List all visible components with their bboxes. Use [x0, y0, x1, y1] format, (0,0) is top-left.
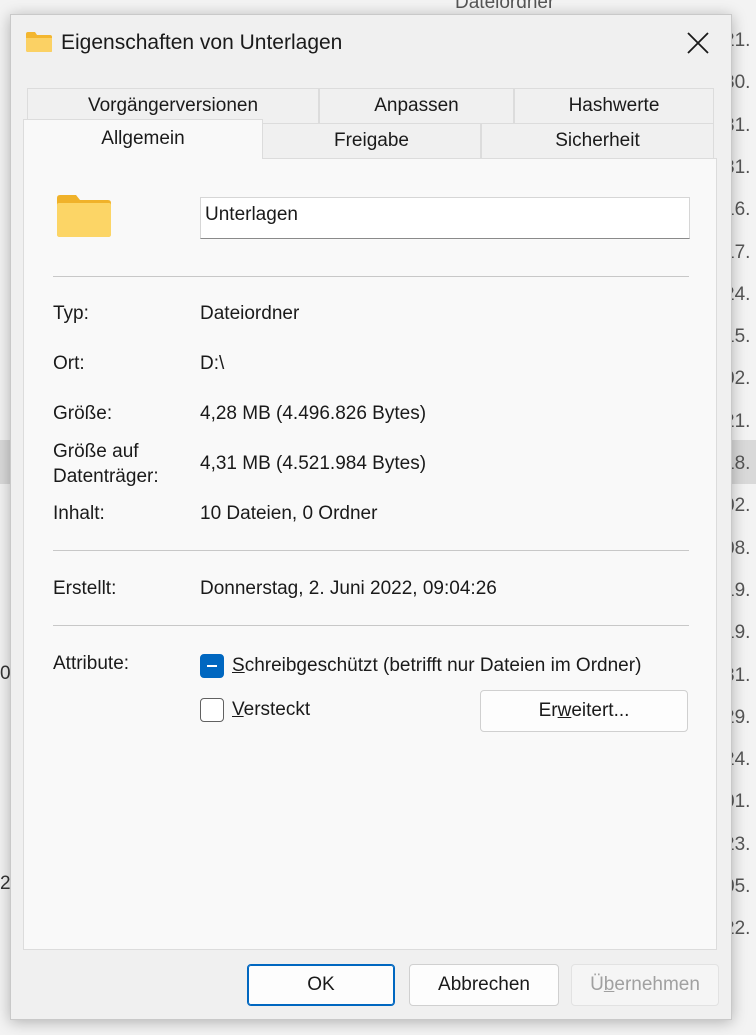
separator [53, 550, 689, 551]
close-button[interactable] [673, 23, 723, 63]
file-type-text: Dateiordner [455, 0, 555, 13]
size-on-disk-label-1: Größe auf [53, 441, 139, 462]
dialog-title: Eigenschaften von Unterlagen [61, 31, 343, 54]
folder-large-icon [56, 194, 112, 243]
location-label: Ort: [53, 353, 85, 374]
created-label: Erstellt: [53, 578, 117, 599]
general-panel: Typ: Dateiordner Ort: D:\ Größe: 4,28 MB… [23, 158, 717, 950]
contents-value: 10 Dateien, 0 Ordner [200, 503, 378, 524]
close-icon [687, 32, 709, 54]
properties-dialog: Eigenschaften von Unterlagen Vorgängerve… [10, 14, 732, 1020]
contents-label: Inhalt: [53, 503, 105, 524]
created-value: Donnerstag, 2. Juni 2022, 09:04:26 [200, 578, 497, 599]
tab-customize[interactable]: Anpassen [319, 88, 514, 124]
readonly-checkbox[interactable] [200, 654, 224, 678]
folder-name-input[interactable] [200, 197, 690, 239]
readonly-label[interactable]: Schreibgeschützt (betrifft nur Dateien i… [232, 654, 641, 678]
tab-general[interactable]: Allgemein [23, 119, 263, 159]
folder-icon [25, 31, 53, 53]
title-bar[interactable]: Eigenschaften von Unterlagen [11, 15, 731, 71]
cancel-button[interactable]: Abbrechen [409, 964, 559, 1006]
size-on-disk-value: 4,31 MB (4.521.984 Bytes) [200, 453, 427, 474]
tab-sharing[interactable]: Freigabe [262, 123, 481, 159]
type-label: Typ: [53, 303, 89, 324]
tab-security[interactable]: Sicherheit [481, 123, 714, 159]
advanced-button[interactable]: Erweitert... [480, 690, 688, 732]
left-fragment: 0 [0, 663, 11, 684]
hidden-checkbox[interactable] [200, 698, 224, 722]
size-on-disk-label-2: Datenträger: [53, 466, 159, 487]
separator [53, 276, 689, 277]
ok-button[interactable]: OK [247, 964, 395, 1006]
left-fragment: 2 [0, 873, 11, 894]
tab-hashes[interactable]: Hashwerte [514, 88, 714, 124]
size-value: 4,28 MB (4.496.826 Bytes) [200, 403, 427, 424]
separator [53, 625, 689, 626]
type-value: Dateiordner [200, 303, 300, 324]
attributes-label: Attribute: [53, 653, 130, 674]
apply-button[interactable]: Übernehmen [571, 964, 719, 1006]
hidden-label[interactable]: Versteckt [232, 698, 310, 722]
size-label: Größe: [53, 403, 113, 424]
location-value: D:\ [200, 353, 225, 374]
